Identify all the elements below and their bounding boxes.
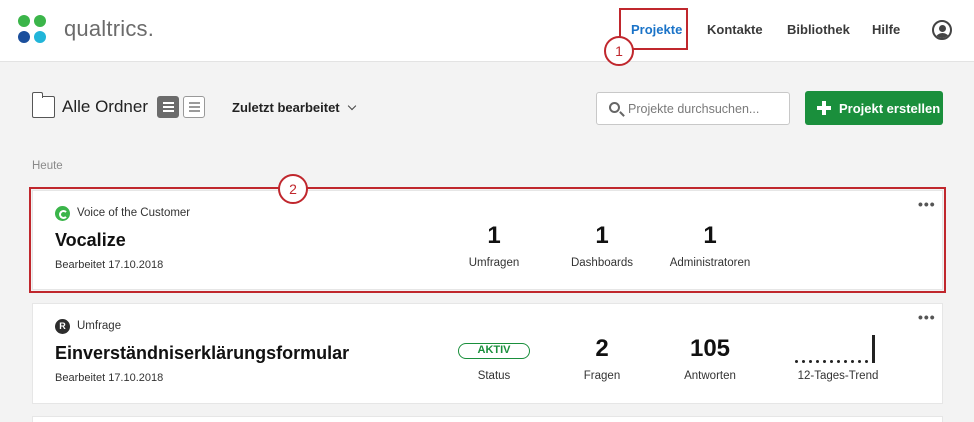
nav-bibliothek[interactable]: Bibliothek (787, 22, 850, 37)
search-input[interactable] (628, 99, 786, 119)
trend-dot (844, 360, 847, 363)
trend-dot (816, 360, 819, 363)
user-account-icon[interactable] (932, 20, 952, 40)
stat-value: 1 (595, 222, 609, 249)
project-card[interactable] (32, 416, 943, 422)
sort-label: Zuletzt bearbeitet (232, 100, 340, 115)
status-badge: AKTIV (458, 343, 530, 359)
annotation-callout-2: 2 (278, 174, 308, 204)
annotation-callout-1: 1 (604, 36, 634, 66)
trend-bar (872, 335, 875, 363)
trend-dot (823, 360, 826, 363)
stat-value: 2 (595, 335, 609, 362)
project-type: Umfrage (77, 320, 122, 332)
project-name[interactable]: Einverständniserklärungsformular (55, 343, 349, 364)
more-options-icon[interactable]: ••• (918, 310, 936, 324)
trend-dot (830, 360, 833, 363)
create-project-button[interactable]: Projekt erstellen (805, 91, 943, 125)
section-label-today: Heute (32, 160, 63, 172)
plus-icon (817, 101, 831, 115)
trend-dot (809, 360, 812, 363)
project-card[interactable]: Voice of the Customer Vocalize Bearbeite… (32, 190, 943, 290)
trend-dot (858, 360, 861, 363)
trend-dot (795, 360, 798, 363)
stat-label: Fragen (583, 370, 621, 382)
stat-label: Status (477, 370, 511, 382)
stat-value: 1 (703, 222, 717, 249)
trend-dot (837, 360, 840, 363)
project-type: Voice of the Customer (77, 207, 191, 219)
trend-dot (802, 360, 805, 363)
trend-dot (851, 360, 854, 363)
stat-label: Dashboards (570, 257, 633, 269)
folder-icon[interactable] (31, 92, 55, 118)
stat-label: Administratoren (669, 257, 751, 269)
stat-value: 1 (487, 222, 501, 249)
search-box[interactable] (596, 92, 790, 125)
stat-label: Antworten (684, 370, 736, 382)
list-view-button[interactable] (183, 96, 205, 118)
grid-view-button[interactable] (157, 96, 179, 118)
folder-selector[interactable]: Alle Ordner (62, 97, 148, 117)
top-bar: qualtrics. Projekte Kontakte Bibliothek … (0, 0, 974, 62)
project-card[interactable]: R Umfrage Einverständniserklärungsformul… (32, 303, 943, 404)
stat-label: Umfragen (468, 257, 520, 269)
edited-date: Bearbeitet 17.10.2018 (55, 372, 164, 384)
vocalize-icon (55, 206, 70, 221)
edited-date: Bearbeitet 17.10.2018 (55, 259, 164, 271)
more-options-icon[interactable]: ••• (918, 197, 936, 211)
stat-value: 105 (689, 335, 731, 362)
chevron-down-icon (347, 101, 356, 111)
stat-label: 12-Tages-Trend (797, 370, 879, 382)
sort-dropdown[interactable]: Zuletzt bearbeitet (232, 100, 356, 115)
project-name[interactable]: Vocalize (55, 230, 126, 251)
nav-hilfe[interactable]: Hilfe (872, 22, 900, 37)
nav-kontakte[interactable]: Kontakte (707, 22, 763, 37)
trend-sparkline (795, 335, 881, 363)
brand-name[interactable]: qualtrics. (64, 16, 154, 42)
trend-dot (865, 360, 868, 363)
qualtrics-logo[interactable] (18, 15, 48, 45)
survey-icon: R (55, 319, 70, 334)
create-project-label: Projekt erstellen (839, 101, 941, 116)
search-icon (609, 102, 620, 113)
